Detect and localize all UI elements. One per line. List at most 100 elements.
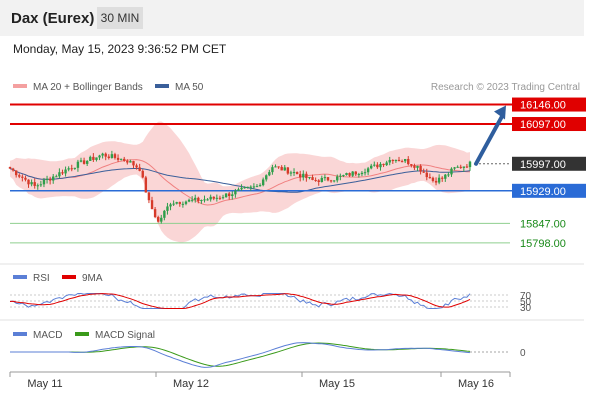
last-price-label: 15997.00	[520, 159, 566, 171]
candle-body	[119, 158, 123, 160]
candle-body	[45, 178, 49, 180]
candle-body	[76, 161, 80, 168]
candle-body	[323, 177, 327, 179]
candle-body	[265, 175, 268, 180]
candle-body	[299, 174, 302, 178]
candle-body	[126, 160, 129, 163]
candle-body	[428, 177, 432, 179]
candle-body	[268, 172, 271, 176]
candle-body	[385, 162, 388, 166]
candle-body	[132, 161, 135, 166]
candle-body	[224, 193, 228, 198]
candle-body	[79, 160, 83, 162]
rsi-ma-legend-label: 9MA	[82, 273, 103, 284]
candle-body	[407, 158, 410, 165]
candle-body	[348, 173, 351, 176]
candle-body	[255, 186, 259, 188]
macd-signal-legend-swatch	[75, 332, 89, 336]
candle-body	[123, 158, 126, 161]
candle-body	[305, 173, 308, 179]
candle-body	[187, 199, 191, 202]
ma50-legend-swatch	[155, 84, 169, 88]
candle-body	[215, 197, 219, 199]
candle-body	[52, 176, 55, 181]
candle-body	[231, 194, 234, 196]
candle-body	[166, 206, 169, 211]
candle-body	[462, 166, 466, 168]
candle-body	[379, 163, 382, 168]
candle-body	[178, 202, 181, 204]
candle-body	[55, 176, 58, 178]
candle-body	[163, 210, 166, 218]
candle-body	[172, 203, 175, 205]
candle-body	[271, 167, 274, 173]
candle-body	[416, 165, 419, 168]
candle-body	[370, 165, 373, 169]
candle-body	[175, 202, 178, 204]
candle-body	[92, 156, 95, 160]
candle-body	[403, 158, 407, 162]
candle-body	[85, 160, 89, 164]
candle-body	[465, 166, 469, 168]
candle-body	[422, 171, 425, 173]
candle-body	[444, 174, 447, 179]
support-label: 15847.00	[520, 218, 566, 230]
x-tick-label: May 12	[173, 378, 209, 390]
candle-body	[156, 217, 160, 222]
candle-body	[150, 200, 154, 210]
candle-body	[431, 177, 435, 181]
candle-body	[234, 190, 237, 195]
candle-body	[24, 177, 27, 180]
candle-body	[243, 187, 246, 189]
candle-body	[144, 177, 148, 193]
candle-body	[227, 193, 231, 196]
macd-signal-line	[10, 342, 471, 367]
candle-body	[21, 176, 24, 178]
candle-body	[468, 161, 472, 168]
resistance-label: 16097.00	[520, 119, 566, 131]
candle-body	[240, 187, 243, 190]
candle-body	[18, 175, 21, 177]
candle-body	[419, 165, 422, 172]
candle-body	[286, 167, 290, 174]
candle-body	[397, 159, 401, 162]
pivot-label: 15929.00	[520, 186, 566, 198]
candle-body	[67, 168, 70, 170]
candle-body	[221, 197, 225, 199]
resistance-label: 16146.00	[520, 100, 566, 112]
forecast-arrow-shaft	[474, 112, 505, 166]
candle-body	[237, 189, 240, 191]
candle-body	[160, 217, 163, 222]
candle-body	[363, 172, 367, 174]
candle-body	[434, 180, 438, 183]
candle-body	[459, 166, 462, 168]
candle-body	[292, 172, 296, 174]
candle-body	[329, 180, 333, 182]
macd-legend-label: MACD	[33, 330, 62, 341]
candle-body	[129, 161, 132, 163]
candle-body	[89, 156, 92, 161]
candle-body	[382, 163, 385, 166]
candle-body	[218, 197, 222, 199]
candle-body	[116, 157, 120, 160]
candle-body	[274, 166, 277, 168]
candle-body	[283, 167, 286, 171]
candle-body	[14, 170, 18, 176]
candle-body	[48, 178, 52, 181]
macd-signal-legend-label: MACD Signal	[95, 330, 155, 341]
rsi-legend-swatch	[13, 275, 27, 279]
candle-body	[447, 174, 450, 176]
bollinger-band	[10, 121, 470, 243]
candle-body	[70, 168, 73, 170]
candle-body	[200, 200, 203, 202]
candle-body	[8, 167, 12, 169]
rsi-ma-legend-swatch	[62, 275, 76, 279]
candle-body	[311, 177, 314, 180]
candle-body	[373, 164, 376, 166]
candle-body	[135, 165, 138, 168]
candle-body	[95, 157, 98, 160]
candle-body	[141, 170, 144, 178]
ma20-legend-label: MA 20 + Bollinger Bands	[33, 82, 143, 93]
candle-body	[258, 185, 262, 187]
x-tick-label: May 16	[458, 378, 494, 390]
